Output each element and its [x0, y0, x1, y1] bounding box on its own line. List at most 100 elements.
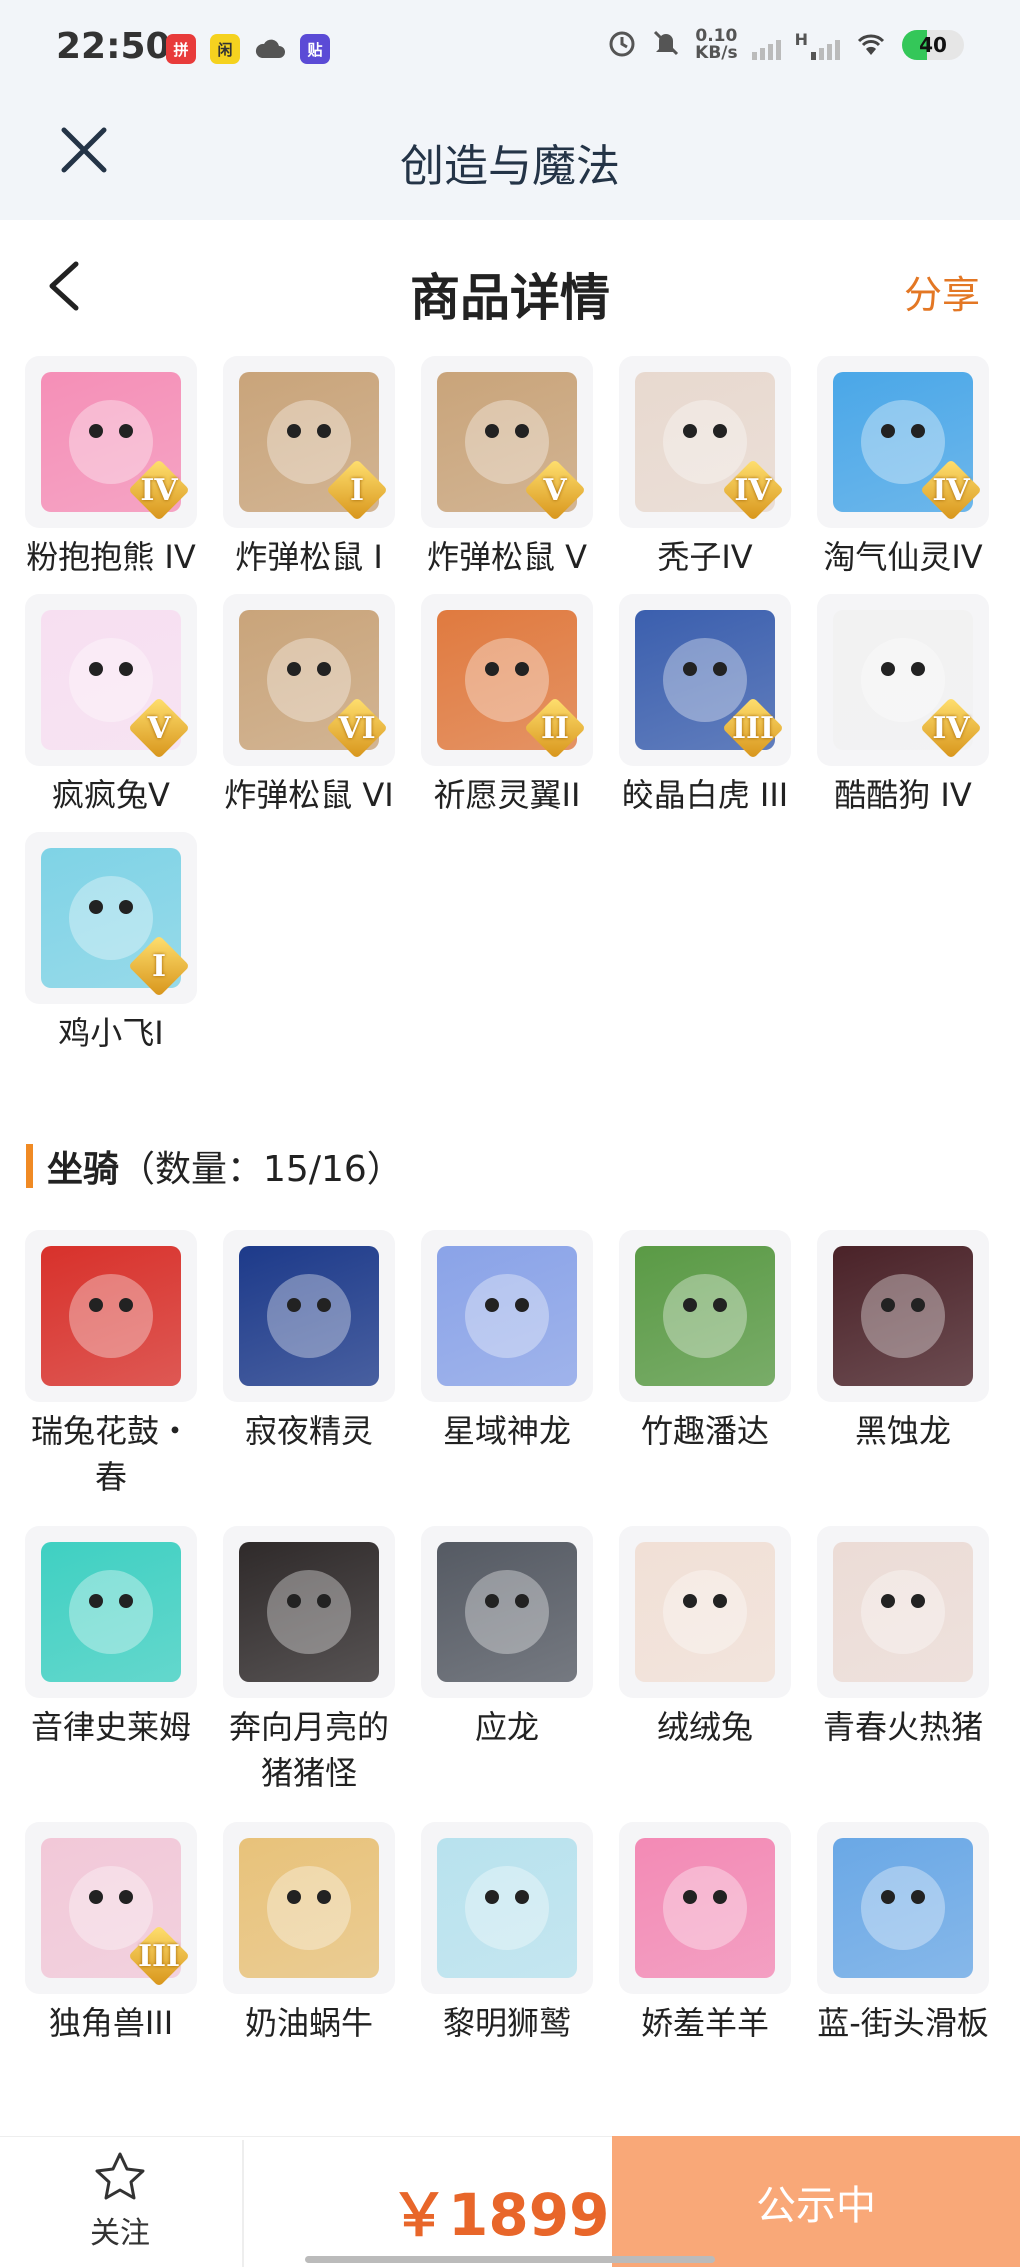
mount-card[interactable]: 瑞兔花鼓・春	[22, 1230, 200, 1500]
mount-card[interactable]: 音律史莱姆	[22, 1526, 200, 1796]
mount-card[interactable]: 奔向月亮的猪猪怪	[220, 1526, 398, 1796]
section-count: （数量：15/16）	[119, 1149, 403, 1190]
mount-card[interactable]: 青春火热猪	[814, 1526, 992, 1796]
item-image: II	[421, 594, 593, 766]
signal-h-icon: H	[795, 30, 840, 60]
star-icon	[95, 2152, 145, 2200]
rank-badge-text: IV	[932, 711, 970, 746]
section-accent-bar	[26, 1144, 33, 1188]
mounts-grid: 瑞兔花鼓・春 寂夜精灵 星域神龙 竹趣潘达 黑蚀龙音律史莱姆 奔向月亮的猪猪怪 应龙 绒绒兔 青…	[22, 1230, 1002, 2046]
mount-label: 奶油蜗牛	[244, 2004, 373, 2042]
app-header: 创造与魔法	[0, 100, 1020, 220]
mount-card[interactable]: 黎明狮鹫	[418, 1822, 596, 2046]
mount-label: 音律史莱姆	[30, 1708, 191, 1746]
item-image: I	[223, 356, 395, 528]
mount-image: III	[25, 1822, 197, 1994]
mount-image	[421, 1526, 593, 1698]
signal-icon	[751, 30, 781, 60]
item-card[interactable]: I 炸弹松鼠 I	[220, 356, 398, 580]
mount-image	[223, 1526, 395, 1698]
item-image: IV	[619, 356, 791, 528]
item-card[interactable]: I 鸡小飞I	[22, 832, 200, 1056]
mount-image	[619, 1526, 791, 1698]
item-card[interactable]: IV 酷酷狗 IV	[814, 594, 992, 818]
share-button[interactable]: 分享	[904, 264, 980, 319]
rank-badge-text: III	[731, 711, 775, 746]
mount-card[interactable]: 应龙	[418, 1526, 596, 1796]
app-title: 创造与魔法	[400, 141, 620, 192]
mount-label: 独角兽III	[48, 2004, 174, 2042]
mount-card[interactable]: 竹趣潘达	[616, 1230, 794, 1500]
status-app-icons: 拼 闲 贴	[166, 34, 330, 68]
rank-badge-text: V	[543, 473, 567, 508]
close-icon	[61, 127, 107, 173]
item-label: 粉抱抱熊 IV	[26, 538, 196, 576]
item-card[interactable]: IV 淘气仙灵IV	[814, 356, 992, 580]
follow-button[interactable]: 关注	[60, 2150, 180, 2252]
rank-badge-text: I	[151, 949, 167, 984]
mount-image	[223, 1230, 395, 1402]
mount-image	[223, 1822, 395, 1994]
mount-image	[25, 1526, 197, 1698]
rank-badge-text: IV	[734, 473, 772, 508]
mount-image	[421, 1822, 593, 1994]
rank-badge-text: VI	[338, 711, 376, 746]
item-card[interactable]: V 炸弹松鼠 V	[418, 356, 596, 580]
item-label: 祈愿灵翼II	[433, 776, 581, 814]
mount-label: 蓝-街头滑板	[817, 2004, 989, 2042]
items-grid: IV 粉抱抱熊 IV I 炸弹松鼠 I V 炸弹松鼠 V IV 秃子IV IV 淘气仙灵IV V 疯疯…	[22, 356, 1002, 1056]
status-button[interactable]: 公示中	[612, 2136, 1020, 2267]
rank-badge-text: III	[137, 1939, 181, 1974]
wifi-icon	[854, 29, 888, 61]
item-image: VI	[223, 594, 395, 766]
item-image: V	[25, 594, 197, 766]
item-label: 炸弹松鼠 V	[426, 538, 588, 576]
item-label: 酷酷狗 IV	[834, 776, 972, 814]
cloud-icon	[254, 34, 286, 68]
item-label: 炸弹松鼠 VI	[224, 776, 394, 814]
item-card[interactable]: VI 炸弹松鼠 VI	[220, 594, 398, 818]
status-bar: 22:50 拼 闲 贴 0.10 KB/s H 40	[0, 0, 1020, 100]
mounts-section-title: 坐骑 （数量：15/16）	[26, 1140, 403, 1192]
battery-icon: 40	[902, 30, 964, 60]
mount-card[interactable]: 星域神龙	[418, 1230, 596, 1500]
item-label: 疯疯兔V	[52, 776, 170, 814]
item-label: 鸡小飞I	[58, 1014, 164, 1052]
item-card[interactable]: III 皎晶白虎 III	[616, 594, 794, 818]
mount-card[interactable]: 寂夜精灵	[220, 1230, 398, 1500]
mount-image	[619, 1230, 791, 1402]
item-image: III	[619, 594, 791, 766]
mount-label: 绒绒兔	[656, 1708, 753, 1746]
mount-card[interactable]: 娇羞羊羊	[616, 1822, 794, 2046]
speed-unit: KB/s	[695, 43, 738, 63]
app-purple-icon: 贴	[300, 34, 330, 64]
item-card[interactable]: II 祈愿灵翼II	[418, 594, 596, 818]
item-card[interactable]: IV 秃子IV	[616, 356, 794, 580]
item-card[interactable]: V 疯疯兔V	[22, 594, 200, 818]
bottom-divider	[242, 2140, 244, 2267]
mount-image	[817, 1822, 989, 1994]
item-card[interactable]: IV 粉抱抱熊 IV	[22, 356, 200, 580]
item-label: 皎晶白虎 III	[621, 776, 789, 814]
status-time: 22:50	[56, 26, 171, 67]
mount-card[interactable]: 绒绒兔	[616, 1526, 794, 1796]
item-image: V	[421, 356, 593, 528]
item-image: IV	[817, 356, 989, 528]
close-button[interactable]	[56, 122, 112, 178]
mount-image	[817, 1526, 989, 1698]
mount-card[interactable]: III 独角兽III	[22, 1822, 200, 2046]
app-red-icon: 拼	[166, 34, 196, 64]
home-indicator	[305, 2256, 715, 2263]
rank-badge-text: II	[540, 711, 570, 746]
mount-card[interactable]: 黑蚀龙	[814, 1230, 992, 1500]
mount-label: 娇羞羊羊	[640, 2004, 769, 2042]
mount-card[interactable]: 奶油蜗牛	[220, 1822, 398, 2046]
price: ￥1899	[390, 2181, 610, 2249]
follow-label: 关注	[90, 2216, 150, 2251]
mount-label: 应龙	[474, 1708, 539, 1746]
mount-card[interactable]: 蓝-街头滑板	[814, 1822, 992, 2046]
mount-image	[619, 1822, 791, 1994]
item-label: 秃子IV	[657, 538, 753, 576]
mount-label: 黎明狮鹫	[442, 2004, 571, 2042]
mute-icon	[651, 28, 681, 62]
